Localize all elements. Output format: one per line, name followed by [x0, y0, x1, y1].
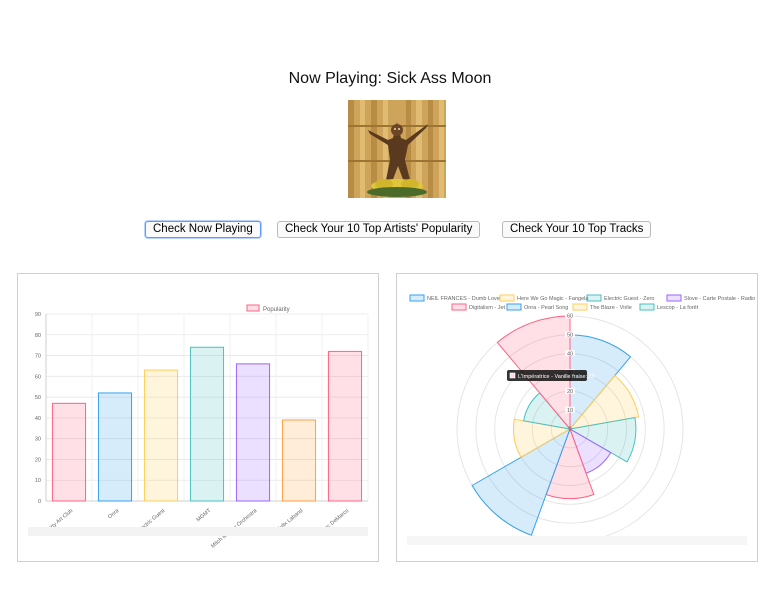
y-tick-label: 90	[35, 312, 41, 318]
bar	[97, 392, 133, 502]
now-playing-title: Now Playing: Sick Ass Moon	[288, 70, 492, 87]
y-tick-label: 10	[35, 478, 41, 484]
legend-swatch	[666, 294, 682, 302]
y-tick-label: 70	[35, 354, 41, 360]
legend-label: Lescop - La forêt	[657, 305, 699, 311]
y-tick-label: 0	[38, 499, 41, 505]
legend-swatch	[451, 303, 467, 311]
artists-popularity-chart-panel: Popularity 0 10 20 30 40 50 60 70 80 90 Dirty Art C…	[17, 273, 379, 562]
top-tracks-polar-chart: NEIL FRANCES - Dumb Love Here We Go Magic…	[407, 294, 767, 545]
check-top-artists-button[interactable]: Check Your 10 Top Artists' Popularity	[277, 221, 481, 238]
bar	[143, 369, 179, 502]
legend-label: NEIL FRANCES - Dumb Love	[427, 296, 500, 302]
y-tick-label: 50	[35, 395, 41, 401]
legend-swatch	[572, 303, 588, 311]
bar	[281, 419, 317, 502]
bar	[327, 350, 363, 502]
tooltip-text: L'Impératrice - Vanille fraise: 60	[518, 374, 595, 380]
legend-swatch	[506, 303, 522, 311]
legend-swatch	[499, 294, 515, 302]
legend-swatch	[586, 294, 602, 302]
check-now-playing-button[interactable]: Check Now Playing	[145, 221, 261, 238]
tooltip-swatch	[509, 372, 516, 379]
legend-label: Digitalism - Jet	[469, 305, 506, 311]
y-tick-label: 30	[35, 437, 41, 443]
chart-scroll-track	[407, 536, 747, 545]
bar	[189, 346, 225, 502]
check-top-tracks-button[interactable]: Check Your 10 Top Tracks	[502, 221, 652, 238]
legend-swatch	[409, 294, 425, 302]
legend-label: Onra - Pearl Song	[524, 305, 568, 311]
legend-swatch	[639, 303, 655, 311]
legend-swatch-popularity	[246, 304, 260, 312]
r-tick-label: 0	[568, 427, 571, 433]
y-tick-label: 20	[35, 457, 41, 463]
legend-label: Here We Go Magic - Fangela	[517, 296, 589, 302]
y-tick-label: 80	[35, 333, 41, 339]
artists-popularity-bar-chart: Popularity0102030405060708090Dirty Art C…	[28, 304, 369, 550]
y-tick-label: 60	[35, 374, 41, 380]
chart-scroll-track	[28, 527, 368, 536]
legend-label: Electric Guest - Zero	[604, 296, 654, 302]
r-tick-label: 60	[567, 314, 573, 320]
top-tracks-chart-panel: NEIL FRANCES - Dumb Love Here We Go Magic…	[396, 273, 767, 562]
bar	[51, 402, 87, 502]
x-tick-label: MGMT	[196, 508, 213, 524]
x-tick-label: Onra	[107, 507, 121, 520]
bar	[235, 363, 271, 502]
legend-label: The Blaze - Virile	[590, 305, 632, 311]
r-tick-label: 40	[567, 351, 573, 357]
r-tick-label: 10	[567, 408, 573, 414]
album-art	[348, 100, 446, 198]
r-tick-label: 50	[567, 332, 573, 338]
legend-label: Slove - Carte Postale - Radio Edit	[684, 296, 757, 302]
legend-label-popularity: Popularity	[263, 307, 290, 313]
y-tick-label: 40	[35, 416, 41, 422]
r-tick-label: 20	[567, 389, 573, 395]
